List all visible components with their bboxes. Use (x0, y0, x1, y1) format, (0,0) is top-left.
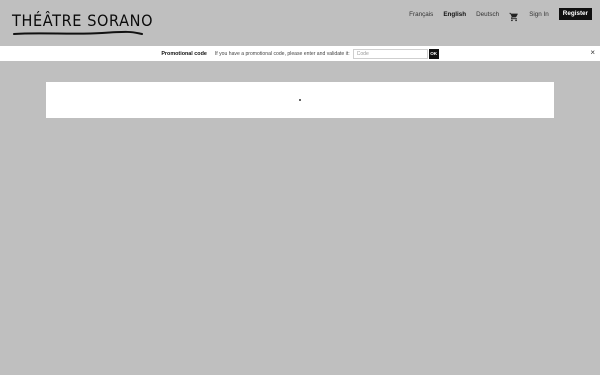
lang-english[interactable]: English (443, 11, 466, 18)
promo-title: Promotional code (161, 50, 207, 57)
register-button[interactable]: Register (558, 8, 592, 20)
promo-code-bar: Promotional code If you have a promotion… (0, 46, 600, 61)
sign-in-link[interactable]: Sign In (529, 11, 549, 18)
promo-description: If you have a promotional code, please e… (214, 50, 350, 57)
loading-indicator (299, 99, 301, 101)
lang-francais[interactable]: Français (409, 11, 433, 18)
site-header: THÉÂTRE SORANO Français English Deutsch … (0, 0, 600, 46)
header-nav: Français English Deutsch Sign In Registe… (409, 8, 592, 22)
cart-icon[interactable] (509, 9, 519, 22)
promo-ok-button[interactable]: OK (428, 48, 439, 59)
promo-code-input[interactable] (352, 48, 428, 59)
logo-underline (13, 30, 143, 35)
close-icon[interactable]: × (590, 49, 595, 57)
theatre-sorano-logo[interactable]: THÉÂTRE SORANO (12, 12, 153, 38)
lang-deutsch[interactable]: Deutsch (476, 11, 499, 18)
